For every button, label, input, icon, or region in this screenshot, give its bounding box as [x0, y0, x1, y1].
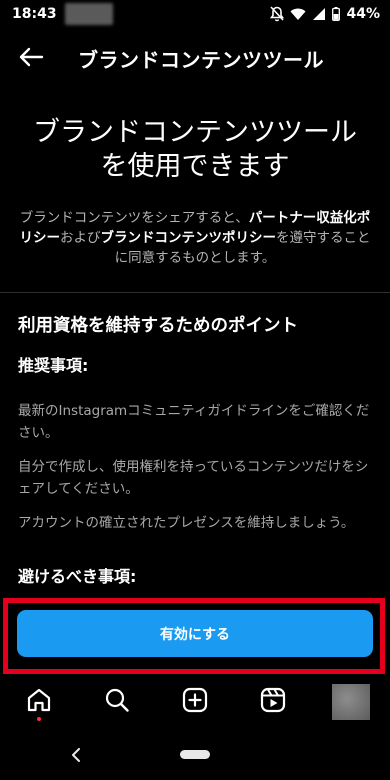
mute-notification-icon [270, 6, 285, 22]
profile-avatar[interactable] [332, 684, 370, 720]
signal-icon [312, 7, 326, 21]
list-item: 最新のInstagramコミュニティガイドラインをご確認ください。 [18, 403, 370, 441]
home-icon [26, 687, 52, 717]
avoid-heading: 避けるべき事項: [18, 567, 137, 586]
system-home-pill[interactable] [180, 750, 210, 759]
page-title: ブランドコンテンツツール [78, 48, 324, 72]
list-item: 自分で作成し、使用権利を持っているコンテンツだけをシェアしてください。 [18, 459, 369, 497]
status-bar: 18:43 44% [0, 0, 390, 28]
status-time: 18:43 [12, 6, 57, 22]
chevron-left-icon [71, 747, 81, 766]
tab-create[interactable] [175, 680, 215, 724]
reels-icon [260, 687, 286, 717]
enable-button[interactable]: 有効にする [17, 610, 373, 657]
tab-search[interactable] [97, 680, 137, 724]
system-back-button[interactable] [64, 744, 88, 768]
tab-reels[interactable] [253, 680, 293, 724]
active-indicator-dot [37, 717, 41, 721]
tab-home[interactable] [19, 680, 59, 724]
main-title-line2: を使用できます [100, 151, 290, 182]
main-title: ブランドコンテンツツール を使用できます [0, 116, 390, 184]
recommended-heading: 推奨事項: [18, 356, 89, 375]
list-item: アカウントの確立されたプレゼンスを維持しましょう。 [18, 515, 355, 531]
arrow-left-icon [18, 47, 44, 71]
recommended-list: 最新のInstagramコミュニティガイドラインをご確認ください。 自分で作成し… [18, 400, 374, 546]
create-post-icon [182, 687, 208, 717]
description-text-1: ブランドコンテンツをシェアすると、 [19, 210, 249, 226]
blurred-notification-icons [64, 3, 113, 25]
branded-content-policy-link[interactable]: ブランドコンテンツポリシー [101, 230, 277, 246]
wifi-icon [290, 7, 306, 21]
search-icon [104, 687, 130, 717]
main-title-line1: ブランドコンテンツツール [33, 117, 357, 148]
policy-description: ブランドコンテンツをシェアすると、パートナー収益化ポリシーおよびブランドコンテン… [18, 208, 372, 268]
status-icons: 44% [270, 6, 380, 22]
battery-percent: 44% [346, 6, 380, 22]
app-header: ブランドコンテンツツール [0, 36, 390, 80]
description-text-2: および [60, 230, 101, 246]
battery-icon [332, 7, 341, 21]
system-navigation-bar [0, 736, 390, 780]
back-button[interactable] [16, 44, 46, 74]
divider [0, 292, 390, 293]
eligibility-section-title: 利用資格を維持するためのポイント [18, 316, 298, 336]
